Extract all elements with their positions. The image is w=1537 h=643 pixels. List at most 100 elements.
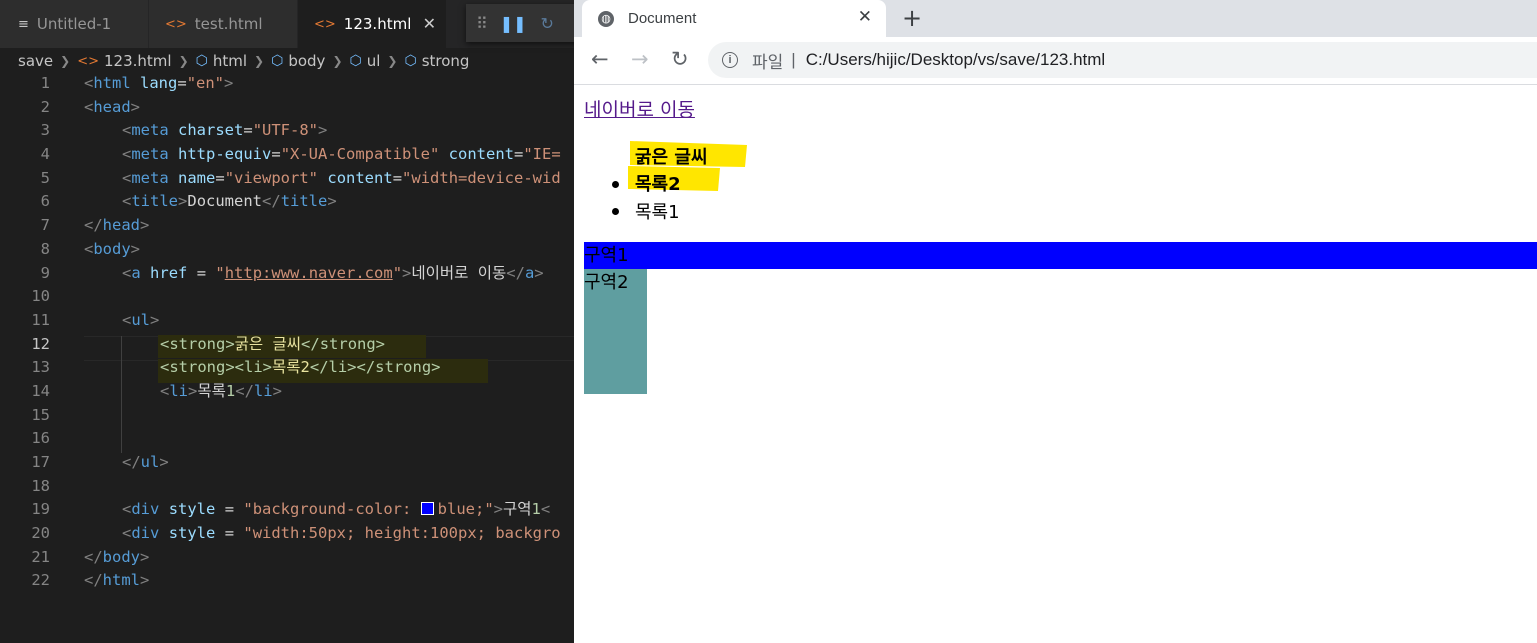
new-tab-icon[interactable]: + [902, 4, 922, 32]
line-number: 4 [40, 145, 50, 164]
code-line: 11 <ul> [0, 309, 574, 333]
code-line: 20 <div style = "width:50px; height:100px… [0, 522, 574, 546]
html-brackets-icon: <> [77, 53, 99, 69]
line-number: 5 [40, 168, 50, 187]
code-line: 2 <head> [0, 96, 574, 120]
step-over-icon[interactable]: ↻ [541, 14, 554, 33]
code-line: 19 <div style = "background-color: blue;"… [0, 498, 574, 522]
line-number: 12 [31, 334, 50, 353]
code-line: 16 [0, 427, 574, 451]
breadcrumb: save ❯ <> 123.html ❯ ⬡ html ❯ ⬡ body ❯ ⬡… [18, 50, 469, 72]
tab-label: test.html [194, 15, 263, 33]
back-icon[interactable]: ← [591, 47, 609, 71]
cube-icon: ⬡ [195, 53, 208, 69]
code-line: 5 <meta name="viewport" content="width=de… [0, 167, 574, 191]
chevron-right-icon: ❯ [178, 54, 189, 68]
tab-test-html[interactable]: <> test.html [149, 0, 297, 48]
cube-icon: ⬡ [271, 53, 284, 69]
bullet [612, 208, 619, 215]
list-item: 목록1 [635, 202, 680, 223]
browser-window: ◍ Document ✕ + ← → ↻ i 파일 | C:/Users/hij… [574, 0, 1537, 643]
breadcrumb-item[interactable]: strong [422, 52, 470, 70]
page-viewport: 네이버로 이동 굵은 글씨 목록2 목록1 구역1 구역2 [574, 85, 1537, 643]
line-number: 3 [40, 121, 50, 140]
chevron-right-icon: ❯ [254, 54, 265, 68]
line-number: 20 [31, 524, 50, 543]
code-line: 9 <a href = "http:www.naver.com">네이버로 이동<… [0, 262, 574, 286]
blue-section: 구역1 [584, 242, 1537, 269]
html-brackets-icon: <> [314, 16, 336, 32]
line-number: 11 [31, 310, 50, 329]
code-line: 4 <meta http-equiv="X-UA-Compatible" cont… [0, 143, 574, 167]
info-icon[interactable]: i [722, 52, 738, 68]
code-line: 21 </body> [0, 546, 574, 570]
cube-icon: ⬡ [404, 53, 417, 69]
line-number: 1 [40, 74, 50, 92]
line-number: 22 [31, 571, 50, 590]
line-number: 9 [40, 263, 50, 282]
address-separator: | [791, 50, 796, 69]
close-icon[interactable]: ✕ [423, 14, 436, 33]
breadcrumb-item[interactable]: 123.html [104, 52, 172, 70]
grip-icon[interactable]: ⠿ [476, 14, 488, 33]
code-line: 6 <title>Document</title> [0, 190, 574, 214]
pause-icon[interactable]: ❚❚ [500, 14, 527, 33]
bullet [612, 181, 619, 188]
line-number: 21 [31, 547, 50, 566]
line-number: 7 [40, 216, 50, 235]
code-line: 17 </ul> [0, 451, 574, 475]
color-swatch[interactable] [420, 502, 434, 516]
globe-icon: ◍ [598, 10, 614, 27]
tab-123-html[interactable]: <> 123.html ✕ [298, 0, 446, 48]
tab-label: 123.html [343, 15, 412, 33]
code-line: 15 [0, 404, 574, 428]
code-line: 18 [0, 475, 574, 499]
code-line: 7 </head> [0, 214, 574, 238]
line-number: 18 [31, 476, 50, 495]
line-number: 10 [31, 287, 50, 306]
browser-tab-title: Document [628, 10, 697, 27]
browser-tab[interactable]: ◍ Document ✕ [582, 0, 886, 37]
chevron-right-icon: ❯ [387, 54, 398, 68]
tab-label: Untitled-1 [36, 15, 112, 33]
code-line: 8 <body> [0, 238, 574, 262]
address-url: C:/Users/hijic/Desktop/vs/save/123.html [805, 50, 1106, 69]
breadcrumb-item[interactable]: html [213, 52, 247, 70]
lines-icon: ≡ [18, 16, 29, 32]
browser-toolbar: ← → ↻ i 파일 | C:/Users/hijic/Desktop/vs/s… [574, 37, 1537, 85]
naver-link[interactable]: 네이버로 이동 [584, 95, 695, 122]
chevron-right-icon: ❯ [332, 54, 343, 68]
breadcrumb-item[interactable]: save [18, 52, 53, 70]
browser-tab-strip: ◍ Document ✕ + [574, 0, 1537, 37]
chevron-right-icon: ❯ [60, 54, 71, 68]
reload-icon[interactable]: ↻ [671, 47, 689, 71]
line-number: 8 [40, 239, 50, 258]
editor-tab-bar: ≡ Untitled-1 <> test.html <> 123.html ✕ … [0, 0, 574, 48]
forward-icon[interactable]: → [631, 47, 649, 71]
tab-untitled-1[interactable]: ≡ Untitled-1 [0, 0, 148, 48]
line-number: 19 [31, 500, 50, 519]
html-brackets-icon: <> [165, 16, 187, 32]
line-number: 14 [31, 381, 50, 400]
line-number: 17 [31, 453, 50, 471]
code-line: 14 <li>목록1</li> [0, 380, 574, 404]
line-number: 6 [40, 192, 50, 211]
line-number: 13 [31, 358, 50, 377]
breadcrumb-item[interactable]: ul [367, 52, 381, 70]
section-label: 구역1 [584, 245, 629, 266]
code-line: 12 <strong>굵은 글씨</strong> [0, 333, 574, 357]
code-line: 3 <meta charset="UTF-8"> [0, 119, 574, 143]
close-tab-icon[interactable]: ✕ [858, 7, 872, 27]
line-number: 15 [31, 405, 50, 424]
bold-text: 굵은 글씨 [635, 147, 708, 168]
code-editor: ≡ Untitled-1 <> test.html <> 123.html ✕ … [0, 0, 574, 643]
list-item: 목록2 [635, 174, 681, 195]
code-line: 10 [0, 285, 574, 309]
code-area[interactable]: 1 <html lang="en"> 2 <head> 3 <meta charset… [0, 72, 574, 593]
code-line: 22 </html> [0, 569, 574, 593]
address-bar[interactable]: i 파일 | C:/Users/hijic/Desktop/vs/save/12… [708, 42, 1537, 78]
code-line: 13 <strong><li>목록2</li></strong> [0, 356, 574, 380]
line-number: 16 [31, 429, 50, 448]
breadcrumb-item[interactable]: body [288, 52, 325, 70]
cube-icon: ⬡ [349, 53, 362, 69]
